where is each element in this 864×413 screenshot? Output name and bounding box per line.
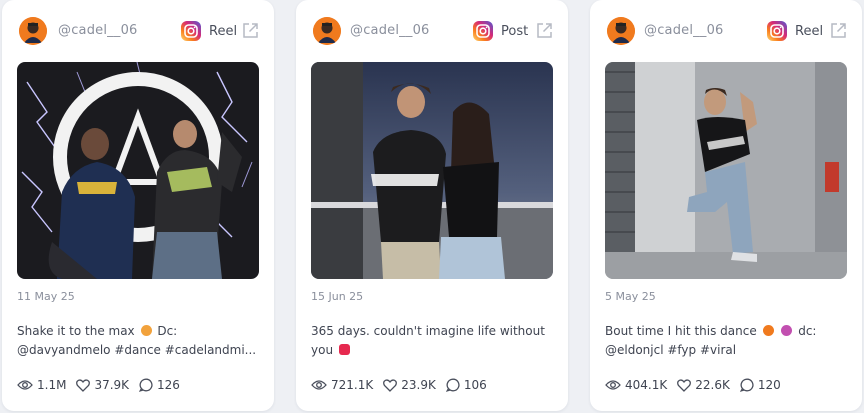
comment-icon — [739, 378, 754, 392]
platform-tag: Reel — [181, 21, 237, 41]
avatar[interactable] — [313, 17, 341, 45]
comments-stat: 126 — [139, 378, 180, 392]
post-card[interactable]: @cadel__06 — [2, 0, 274, 411]
external-link-icon[interactable] — [535, 21, 554, 40]
caption-line-2: @davyandmelo #dance #cadelandmi... — [17, 343, 257, 357]
views-count: 721.1K — [331, 378, 374, 392]
views-count: 1.1M — [37, 378, 67, 392]
eye-icon — [605, 380, 621, 390]
comments-stat: 120 — [739, 378, 781, 392]
post-stats: 1.1M 37.9K 126 — [17, 377, 190, 393]
likes-stat: 23.9K — [383, 378, 436, 392]
post-type-label: Post — [501, 23, 529, 39]
post-type-label: Reel — [209, 23, 238, 39]
heart-icon — [383, 378, 398, 392]
account-handle[interactable]: @cadel__06 — [58, 23, 138, 38]
avatar[interactable] — [607, 17, 635, 45]
heart-icon — [76, 378, 91, 392]
post-card[interactable]: @cadel__06 — [296, 0, 568, 411]
avatar[interactable] — [19, 17, 47, 45]
caption-line-1-after: Dc: — [157, 324, 178, 338]
card-header: @cadel__06 — [296, 14, 568, 48]
caption-line-2: you — [311, 343, 334, 357]
heart-icon — [677, 378, 692, 392]
post-date: 5 May 25 — [605, 290, 656, 303]
comments-count: 120 — [757, 378, 781, 392]
external-link-icon[interactable] — [241, 21, 260, 40]
platform-tag: Post — [473, 21, 528, 41]
likes-stat: 37.9K — [76, 378, 129, 392]
instagram-icon — [473, 21, 493, 41]
post-media-image[interactable] — [605, 62, 847, 279]
post-media-image[interactable] — [311, 62, 553, 279]
views-count: 404.1K — [625, 378, 668, 392]
card-header: @cadel__06 — [590, 14, 862, 48]
post-caption: Bout time I hit this dance dc: @eldonjcl… — [605, 322, 849, 360]
views-stat: 404.1K — [605, 378, 667, 392]
caption-line-2: @eldonjcl #fyp #viral — [605, 343, 737, 357]
instagram-icon — [181, 21, 201, 41]
account-handle[interactable]: @cadel__06 — [644, 23, 724, 38]
post-date: 15 Jun 25 — [311, 290, 364, 303]
post-caption: Shake it to the max Dc: @davyandmelo #da… — [17, 322, 261, 360]
comment-icon — [139, 378, 153, 392]
post-stats: 404.1K 22.6K 120 — [605, 377, 791, 393]
caption-line-1-after: dc: — [798, 324, 817, 338]
comments-count: 106 — [463, 378, 487, 392]
external-link-icon[interactable] — [829, 21, 848, 40]
post-date: 11 May 25 — [17, 290, 75, 303]
heart-emoji — [338, 344, 350, 355]
post-card[interactable]: @cadel__06 — [590, 0, 862, 411]
caption-line-1: Shake it to the max — [17, 324, 135, 338]
likes-count: 22.6K — [695, 378, 730, 392]
card-header: @cadel__06 — [2, 14, 274, 48]
post-media-image[interactable] — [17, 62, 259, 279]
fire-emoji — [762, 325, 774, 336]
instagram-icon — [767, 21, 787, 41]
caption-line-1: 365 days. couldn't imagine life without — [311, 324, 545, 338]
post-type-label: Reel — [795, 23, 824, 39]
party-emoji — [781, 325, 793, 336]
eye-icon — [311, 380, 327, 390]
views-stat: 721.1K — [311, 378, 373, 392]
hot-face-emoji — [140, 325, 152, 336]
comment-icon — [445, 378, 460, 392]
platform-tag: Reel — [767, 21, 823, 41]
account-handle[interactable]: @cadel__06 — [350, 23, 430, 38]
eye-icon — [17, 380, 33, 390]
caption-line-1: Bout time I hit this dance — [605, 324, 757, 338]
comments-count: 126 — [157, 378, 180, 392]
likes-stat: 22.6K — [677, 378, 730, 392]
likes-count: 37.9K — [94, 378, 130, 392]
post-stats: 721.1K 23.9K 106 — [311, 377, 497, 393]
views-stat: 1.1M — [17, 378, 66, 392]
post-caption: 365 days. couldn't imagine life without … — [311, 322, 555, 360]
comments-stat: 106 — [445, 378, 487, 392]
likes-count: 23.9K — [401, 378, 436, 392]
